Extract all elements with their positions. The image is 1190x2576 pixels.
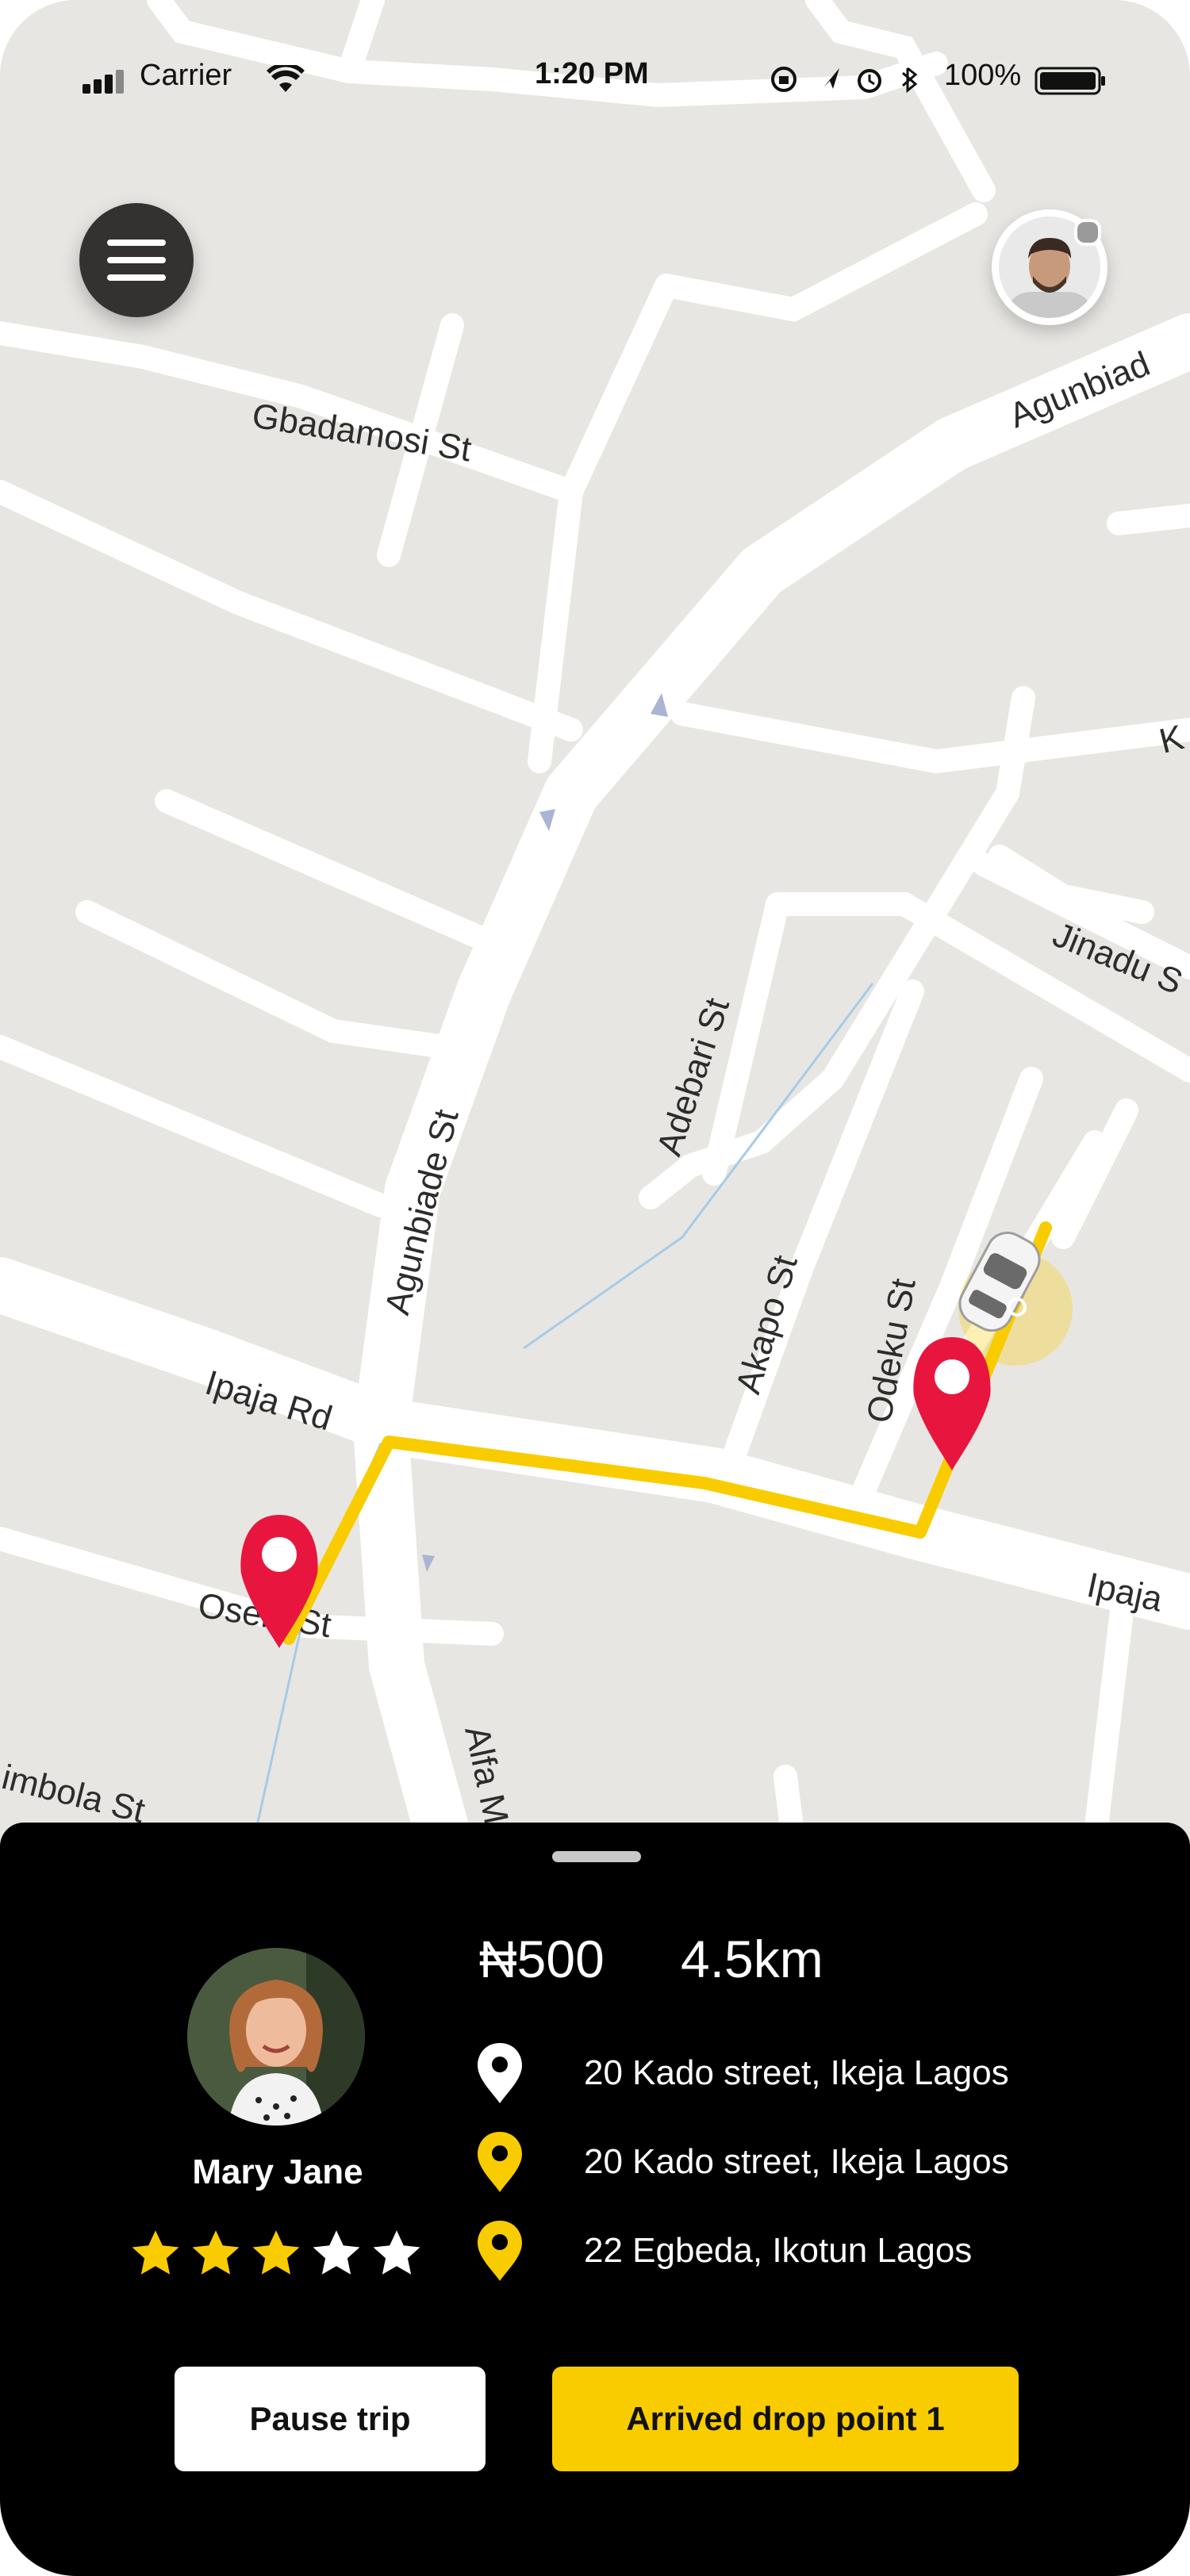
rider-rating [129, 2227, 424, 2281]
stop-address: 22 Egbeda, Ikotun Lagos [584, 2231, 973, 2270]
rider-photo-icon [187, 1948, 365, 2126]
star-empty-icon [313, 2230, 360, 2275]
driver-avatar[interactable] [992, 209, 1107, 325]
menu-button[interactable] [79, 203, 194, 317]
status-bar: Carrier 1:20 PM 100% [0, 0, 1190, 159]
carrier-name: Carrier [140, 59, 232, 92]
rider-avatar [187, 1948, 365, 2126]
pause-trip-button[interactable]: Pause trip [175, 2367, 486, 2471]
wifi-icon [267, 65, 305, 92]
star-filled-icon [252, 2230, 300, 2275]
location-pin-white-icon [478, 2043, 522, 2103]
hamburger-icon [107, 240, 166, 281]
trip-fare: ₦500 [479, 1930, 605, 1988]
stop-row: 22 Egbeda, Ikotun Lagos [476, 2219, 972, 2283]
status-icons [771, 67, 918, 94]
location-pin-yellow-icon [478, 2132, 522, 2192]
status-time: 1:20 PM [535, 57, 649, 90]
sheet-drag-handle[interactable] [552, 1851, 641, 1862]
status-dot [1074, 219, 1101, 246]
phone-screen: Gbadamosi St Agunbiade St Agunbiad K Jin… [0, 0, 1190, 2576]
trip-sheet: Mary Jane ₦500 4.5km 20 Kado street, Ike… [0, 1823, 1190, 2576]
location-pin-yellow-icon [478, 2221, 522, 2281]
star-empty-icon [373, 2230, 420, 2275]
battery-icon [1035, 67, 1105, 95]
stop-address: 20 Kado street, Ikeja Lagos [584, 2142, 1009, 2181]
battery-percent: 100% [944, 59, 1022, 92]
signal-icon [83, 70, 124, 94]
rider-name: Mary Jane [192, 2152, 363, 2191]
trip-distance: 4.5km [681, 1930, 823, 1988]
arrived-drop-point-button[interactable]: Arrived drop point 1 [552, 2367, 1019, 2471]
stop-row: 20 Kado street, Ikeja Lagos [476, 2130, 1009, 2194]
stop-address: 20 Kado street, Ikeja Lagos [584, 2053, 1009, 2092]
star-filled-icon [132, 2230, 179, 2275]
star-filled-icon [192, 2230, 240, 2275]
stop-row: 20 Kado street, Ikeja Lagos [476, 2041, 1009, 2105]
